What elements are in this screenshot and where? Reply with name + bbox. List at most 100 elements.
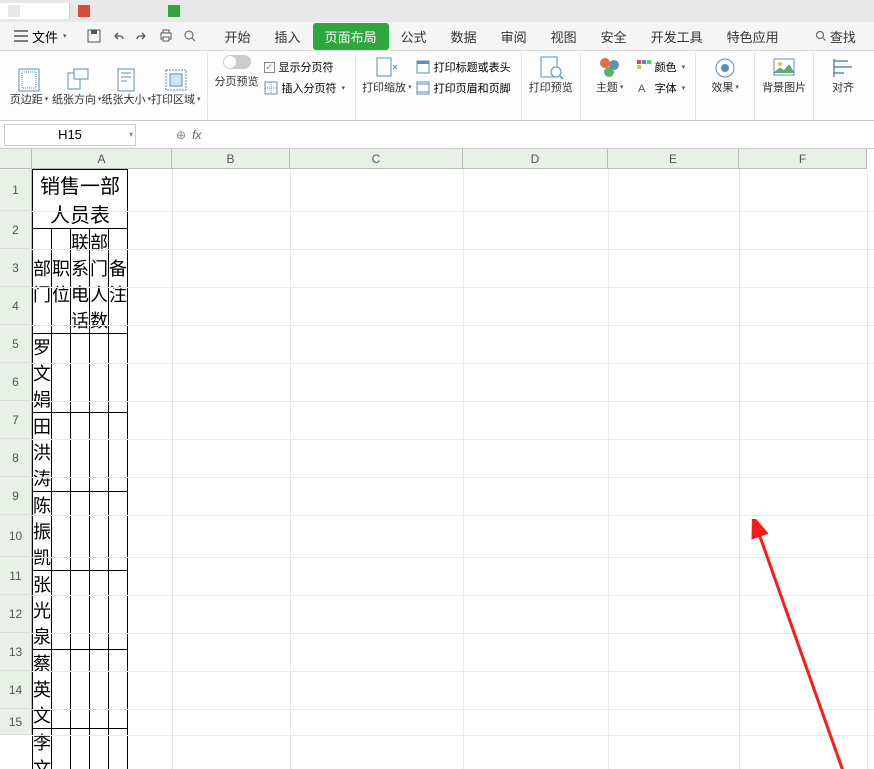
search-icon bbox=[815, 30, 827, 42]
table-cell[interactable] bbox=[109, 413, 128, 492]
orientation-button[interactable]: 纸张方向▾ bbox=[52, 67, 102, 106]
print-scaling-button[interactable]: 打印缩放▾ bbox=[362, 55, 412, 100]
doc-tab-2[interactable] bbox=[70, 3, 160, 19]
insert-break-icon bbox=[264, 81, 278, 95]
table-cell[interactable]: 田洪涛 bbox=[33, 413, 52, 492]
find-label: 查找 bbox=[830, 27, 856, 46]
tab-home[interactable]: 开始 bbox=[213, 23, 263, 50]
row-header-13[interactable]: 13 bbox=[0, 633, 32, 671]
size-icon bbox=[113, 67, 139, 93]
tab-insert[interactable]: 插入 bbox=[263, 23, 313, 50]
table-cell[interactable] bbox=[71, 571, 90, 650]
spreadsheet-grid[interactable]: ABCDEF 123456789101112131415 销售一部人员表部门职位… bbox=[0, 149, 874, 769]
row-header-4[interactable]: 4 bbox=[0, 287, 32, 325]
tab-dev[interactable]: 开发工具 bbox=[639, 23, 715, 50]
row-header-5[interactable]: 5 bbox=[0, 325, 32, 363]
toggle-icon bbox=[223, 55, 251, 69]
insert-break-button[interactable]: 插入分页符▾ bbox=[264, 78, 346, 98]
print-preview-button[interactable]: 打印预览 bbox=[528, 55, 574, 94]
row-header-11[interactable]: 11 bbox=[0, 557, 32, 595]
menu-lines-icon bbox=[14, 30, 28, 42]
header-footer-button[interactable]: 打印页眉和页脚 bbox=[416, 78, 511, 98]
table-cell[interactable]: 陈振凯 bbox=[33, 492, 52, 571]
table-cell[interactable] bbox=[90, 650, 109, 729]
row-header-2[interactable]: 2 bbox=[0, 211, 32, 249]
tab-security[interactable]: 安全 bbox=[589, 23, 639, 50]
save-icon bbox=[87, 29, 101, 43]
table-cell[interactable]: 蔡英文 bbox=[33, 650, 52, 729]
colors-button[interactable]: 颜色▾ bbox=[637, 57, 686, 77]
print-area-button[interactable]: 打印区域▾ bbox=[151, 67, 201, 106]
tab-review[interactable]: 审阅 bbox=[489, 23, 539, 50]
chevron-down-icon: ▾ bbox=[129, 130, 133, 139]
fonts-button[interactable]: A 字体▾ bbox=[637, 78, 686, 98]
formula-input[interactable] bbox=[207, 125, 807, 145]
row-header-8[interactable]: 8 bbox=[0, 439, 32, 477]
redo-button[interactable] bbox=[133, 27, 151, 45]
table-cell[interactable] bbox=[90, 413, 109, 492]
save-button[interactable] bbox=[85, 27, 103, 45]
table-cell[interactable] bbox=[71, 492, 90, 571]
col-header-E[interactable]: E bbox=[608, 149, 739, 169]
row-header-1[interactable]: 1 bbox=[0, 169, 32, 211]
doc-tab-1[interactable] bbox=[0, 3, 70, 19]
themes-button[interactable]: 主题▾ bbox=[587, 55, 633, 100]
table-cell[interactable] bbox=[71, 413, 90, 492]
margins-button[interactable]: 页边距▾ bbox=[6, 67, 52, 106]
table-cell[interactable] bbox=[109, 492, 128, 571]
row-header-7[interactable]: 7 bbox=[0, 401, 32, 439]
fonts-icon: A bbox=[637, 81, 651, 95]
col-header-C[interactable]: C bbox=[290, 149, 463, 169]
file-menu[interactable]: 文件 ▾ bbox=[6, 25, 75, 48]
row-header-10[interactable]: 10 bbox=[0, 515, 32, 557]
col-header-B[interactable]: B bbox=[172, 149, 290, 169]
row-header-14[interactable]: 14 bbox=[0, 671, 32, 709]
table-cell[interactable] bbox=[71, 650, 90, 729]
print-titles-button[interactable]: 打印标题或表头 bbox=[416, 57, 511, 77]
table-cell[interactable]: 张光泉 bbox=[33, 571, 52, 650]
col-header-A[interactable]: A bbox=[32, 149, 172, 169]
table-cell[interactable] bbox=[109, 650, 128, 729]
select-all-corner[interactable] bbox=[0, 149, 32, 169]
print-qat-button[interactable] bbox=[157, 27, 175, 45]
undo-button[interactable] bbox=[109, 27, 127, 45]
align-button[interactable]: 对齐 bbox=[820, 55, 866, 94]
fx-icon[interactable]: fx bbox=[192, 128, 201, 142]
tab-data[interactable]: 数据 bbox=[439, 23, 489, 50]
group-bg: 背景图片 bbox=[755, 53, 814, 120]
table-title: 销售一部人员表 bbox=[33, 170, 128, 229]
page-break-preview-button[interactable]: 分页预览 bbox=[214, 55, 260, 100]
tab-formulas[interactable]: 公式 bbox=[389, 23, 439, 50]
table-cell[interactable] bbox=[52, 413, 71, 492]
effects-button[interactable]: 效果▾ bbox=[702, 55, 748, 94]
table-cell[interactable] bbox=[90, 492, 109, 571]
name-box[interactable]: H15 ▾ bbox=[4, 124, 136, 146]
table-cell[interactable] bbox=[52, 492, 71, 571]
size-button[interactable]: 纸张大小▾ bbox=[102, 67, 152, 106]
bg-picture-button[interactable]: 背景图片 bbox=[761, 55, 807, 94]
print-preview-qat-button[interactable] bbox=[181, 27, 199, 45]
doc-tab-3[interactable] bbox=[160, 3, 250, 19]
col-header-F[interactable]: F bbox=[739, 149, 867, 169]
tab-view[interactable]: 视图 bbox=[539, 23, 589, 50]
menu-row: 文件 ▾ 开始 插入 页面布局 公式 数据 审阅 视图 安全 开发工具 特色应用… bbox=[0, 22, 874, 50]
tab-find[interactable]: 查找 bbox=[803, 23, 868, 50]
col-header-D[interactable]: D bbox=[463, 149, 608, 169]
table-header-cell: 部门 bbox=[33, 229, 52, 334]
row-header-6[interactable]: 6 bbox=[0, 363, 32, 401]
toolbar: 文件 ▾ 开始 插入 页面布局 公式 数据 审阅 视图 安全 开发工具 特色应用… bbox=[0, 0, 874, 121]
table-cell[interactable] bbox=[52, 650, 71, 729]
row-header-15[interactable]: 15 bbox=[0, 709, 32, 735]
table-cell[interactable] bbox=[109, 571, 128, 650]
tab-page-layout[interactable]: 页面布局 bbox=[313, 23, 389, 50]
table-cell[interactable] bbox=[52, 571, 71, 650]
table-cell[interactable] bbox=[90, 571, 109, 650]
row-header-9[interactable]: 9 bbox=[0, 477, 32, 515]
print-icon bbox=[159, 29, 173, 43]
row-header-12[interactable]: 12 bbox=[0, 595, 32, 633]
row-header-3[interactable]: 3 bbox=[0, 249, 32, 287]
group-themes: 主题▾ 颜色▾ A 字体▾ bbox=[581, 53, 697, 120]
zoom-icon[interactable]: ⊕ bbox=[176, 128, 186, 142]
tab-special[interactable]: 特色应用 bbox=[715, 23, 791, 50]
show-page-breaks-checkbox[interactable]: 显示分页符 bbox=[264, 57, 346, 77]
